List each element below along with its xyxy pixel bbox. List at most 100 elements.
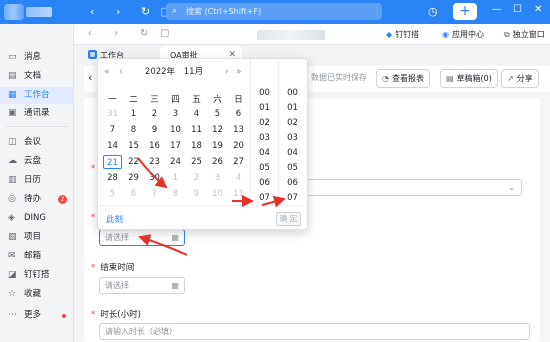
minute-column[interactable]: 00 01 02 03 04 05 06 07: [278, 59, 305, 205]
start-time-input[interactable]: 请选择 ▦: [99, 229, 185, 246]
calendar-day[interactable]: 5: [103, 187, 122, 201]
type-select[interactable]: ⌄: [305, 179, 522, 196]
sidebar-item-project[interactable]: ▧ 项目: [0, 229, 74, 246]
calendar-day[interactable]: 3: [208, 171, 227, 185]
next-year-icon[interactable]: »: [236, 65, 242, 79]
confirm-button[interactable]: 确 定: [276, 212, 301, 226]
nav-forward-icon[interactable]: ›: [114, 28, 118, 39]
dingda-link[interactable]: ◆ 钉钉搭: [386, 29, 419, 40]
drafts-button[interactable]: ▤ 草稿箱(0): [440, 69, 498, 88]
calendar-day[interactable]: 10: [208, 187, 227, 201]
forward-arrow-icon[interactable]: ›: [116, 4, 120, 20]
minute-option[interactable]: 00: [279, 86, 306, 101]
calendar-day[interactable]: 13: [229, 123, 248, 137]
calendar-day[interactable]: 27: [229, 155, 248, 169]
sidebar-item-ding[interactable]: ◈ DING: [0, 210, 74, 227]
nav-back-icon[interactable]: ‹: [88, 28, 92, 39]
calendar-day[interactable]: 4: [229, 171, 248, 185]
refresh-icon[interactable]: ↻: [141, 4, 150, 20]
calendar-day[interactable]: 26: [208, 155, 227, 169]
hour-option[interactable]: 06: [251, 176, 278, 191]
sidebar-item-cloud[interactable]: ☁ 云盘: [0, 153, 74, 170]
hour-option[interactable]: 03: [251, 131, 278, 146]
calendar-day[interactable]: 10: [166, 123, 185, 137]
hour-option[interactable]: 07: [251, 191, 278, 206]
sidebar-item-messages[interactable]: ▭ 消息: [0, 49, 74, 66]
app-center-link[interactable]: ◉ 应用中心: [442, 29, 484, 40]
calendar-day[interactable]: 12: [208, 123, 227, 137]
calendar-day[interactable]: 23: [145, 155, 164, 169]
sidebar-item-favorites[interactable]: ☆ 收藏: [0, 286, 74, 303]
calendar-day[interactable]: 14: [103, 139, 122, 153]
calendar-day[interactable]: 30: [145, 171, 164, 185]
calendar-day[interactable]: 11: [229, 187, 248, 201]
hour-option[interactable]: 00: [251, 86, 278, 101]
sidebar-item-builder[interactable]: ◪ 钉钉搭: [0, 267, 74, 284]
calendar-day[interactable]: 21: [103, 155, 122, 169]
calendar-day[interactable]: 7: [103, 123, 122, 137]
calendar-day[interactable]: 8: [166, 187, 185, 201]
calendar-day[interactable]: 31: [103, 107, 122, 121]
duration-input[interactable]: 请输入时长（必填）: [99, 323, 530, 340]
sidebar-item-meeting[interactable]: ◫ 会议: [0, 134, 74, 151]
hour-option[interactable]: 05: [251, 161, 278, 176]
popout-icon[interactable]: ▢: [160, 28, 169, 39]
search-input[interactable]: ⌕ 搜索 (Ctrl+Shift+F): [166, 3, 382, 20]
calendar-day[interactable]: 20: [229, 139, 248, 153]
calendar-day[interactable]: 24: [166, 155, 185, 169]
minute-option[interactable]: 03: [279, 131, 306, 146]
calendar-day[interactable]: 15: [124, 139, 143, 153]
sidebar-item-workbench[interactable]: ▦ 工作台: [0, 87, 74, 104]
hour-option[interactable]: 04: [251, 146, 278, 161]
calendar-day[interactable]: 7: [145, 187, 164, 201]
share-button[interactable]: ↗ 分享: [501, 69, 539, 88]
calendar-day[interactable]: 1: [166, 171, 185, 185]
minute-option[interactable]: 04: [279, 146, 306, 161]
calendar-day[interactable]: 11: [187, 123, 206, 137]
close-icon[interactable]: ✕: [534, 4, 542, 15]
calendar-day[interactable]: 28: [103, 171, 122, 185]
calendar-day[interactable]: 4: [187, 107, 206, 121]
prev-month-icon[interactable]: ‹: [119, 65, 123, 79]
prev-year-icon[interactable]: «: [104, 65, 110, 79]
calendar-day[interactable]: 3: [166, 107, 185, 121]
sidebar-item-more[interactable]: ⋯ 更多: [0, 307, 74, 324]
sidebar-item-docs[interactable]: ▤ 文档: [0, 68, 74, 85]
minute-option[interactable]: 06: [279, 176, 306, 191]
reload-icon[interactable]: ↻: [140, 28, 148, 39]
calendar-day[interactable]: 9: [145, 123, 164, 137]
calendar-day[interactable]: 16: [145, 139, 164, 153]
calendar-day[interactable]: 8: [124, 123, 143, 137]
minute-option[interactable]: 01: [279, 101, 306, 116]
calendar-day[interactable]: 22: [124, 155, 143, 169]
add-button[interactable]: +: [453, 3, 477, 20]
standalone-window-link[interactable]: ⧉ 独立窗口: [504, 29, 545, 40]
calendar-day[interactable]: 6: [229, 107, 248, 121]
calendar-day[interactable]: 18: [187, 139, 206, 153]
header-month[interactable]: 11月: [184, 67, 203, 77]
calendar-day[interactable]: 1: [124, 107, 143, 121]
calendar-day[interactable]: 25: [187, 155, 206, 169]
header-year[interactable]: 2022年: [145, 67, 175, 77]
next-month-icon[interactable]: ›: [225, 65, 229, 79]
calendar-day[interactable]: 5: [208, 107, 227, 121]
calendar-day[interactable]: 9: [187, 187, 206, 201]
calendar-day[interactable]: 17: [166, 139, 185, 153]
minimize-icon[interactable]: —: [492, 4, 502, 15]
minute-option[interactable]: 05: [279, 161, 306, 176]
calendar-day[interactable]: 2: [145, 107, 164, 121]
end-time-input[interactable]: 请选择 ▦: [99, 277, 185, 294]
sidebar-item-mail[interactable]: ✉ 邮箱: [0, 248, 74, 265]
view-report-button[interactable]: ◔ 查看报表: [376, 69, 430, 88]
minute-option[interactable]: 02: [279, 116, 306, 131]
calendar-day[interactable]: 2: [187, 171, 206, 185]
sidebar-item-todo[interactable]: ◎ 待办 2: [0, 191, 74, 208]
now-link[interactable]: 此刻: [106, 213, 123, 225]
hour-option[interactable]: 02: [251, 116, 278, 131]
calendar-day[interactable]: 29: [124, 171, 143, 185]
back-arrow-icon[interactable]: ‹: [90, 4, 94, 20]
history-icon[interactable]: ◷: [428, 4, 438, 20]
maximize-icon[interactable]: ☐: [513, 4, 522, 15]
hour-column[interactable]: 00 01 02 03 04 05 06 07: [250, 59, 277, 205]
sidebar-item-contacts[interactable]: ▣ 通讯录: [0, 105, 74, 122]
